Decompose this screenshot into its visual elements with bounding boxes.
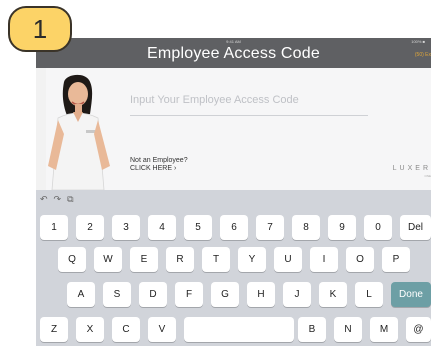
key-2[interactable]: 2 [76, 215, 104, 240]
key-z[interactable]: Z [40, 317, 68, 342]
onscreen-keyboard: ↶ ↷ ⧉ 1 2 3 4 5 6 7 8 9 0 Del Q W E R T … [36, 190, 431, 346]
key-e[interactable]: E [130, 247, 158, 272]
keyboard-toolbar: ↶ ↷ ⧉ [40, 192, 74, 206]
key-8[interactable]: 8 [292, 215, 320, 240]
status-time: 9:41 AM [226, 39, 241, 44]
key-v[interactable]: V [148, 317, 176, 342]
key-m[interactable]: M [370, 317, 398, 342]
key-s[interactable]: S [103, 282, 131, 307]
key-k[interactable]: K [319, 282, 347, 307]
redo-icon[interactable]: ↷ [54, 194, 62, 205]
key-o[interactable]: O [346, 247, 374, 272]
done-key[interactable]: Done [391, 282, 431, 307]
key-n[interactable]: N [334, 317, 362, 342]
app-screen: 9:41 AM 100% ■ Employee Access Code (50)… [0, 0, 431, 346]
key-9[interactable]: 9 [328, 215, 356, 240]
key-j[interactable]: J [283, 282, 311, 307]
key-at[interactable]: @ [406, 317, 431, 342]
access-code-input[interactable]: Input Your Employee Access Code [130, 94, 368, 106]
key-q[interactable]: Q [58, 247, 86, 272]
key-d[interactable]: D [139, 282, 167, 307]
key-1[interactable]: 1 [40, 215, 68, 240]
key-4[interactable]: 4 [148, 215, 176, 240]
key-f[interactable]: F [175, 282, 203, 307]
key-5[interactable]: 5 [184, 215, 212, 240]
employee-photo [48, 74, 110, 190]
delete-key[interactable]: Del [400, 215, 431, 240]
key-u[interactable]: U [274, 247, 302, 272]
paste-icon[interactable]: ⧉ [67, 194, 73, 205]
exit-link[interactable]: (50) Ex [415, 52, 431, 58]
key-c[interactable]: C [112, 317, 140, 342]
key-b[interactable]: B [298, 317, 326, 342]
step-number: 1 [32, 13, 48, 44]
key-7[interactable]: 7 [256, 215, 284, 240]
key-l[interactable]: L [355, 282, 383, 307]
key-0[interactable]: 0 [364, 215, 392, 240]
key-r[interactable]: R [166, 247, 194, 272]
click-here-link[interactable]: CLICK HERE › [130, 165, 176, 173]
key-g[interactable]: G [211, 282, 239, 307]
battery-indicator: 100% ■ [411, 39, 425, 44]
key-t[interactable]: T [202, 247, 230, 272]
key-a[interactable]: A [67, 282, 95, 307]
undo-icon[interactable]: ↶ [40, 194, 48, 205]
key-x[interactable]: X [76, 317, 104, 342]
key-h[interactable]: H [247, 282, 275, 307]
brand-logo-sub: ONE [424, 174, 431, 178]
space-key[interactable] [184, 317, 294, 342]
key-3[interactable]: 3 [112, 215, 140, 240]
input-underline [130, 115, 368, 116]
not-employee-label: Not an Employee? [130, 157, 188, 164]
key-p[interactable]: P [382, 247, 410, 272]
step-number-badge: 1 [8, 6, 72, 52]
key-y[interactable]: Y [238, 247, 266, 272]
key-w[interactable]: W [94, 247, 122, 272]
brand-logo: LUXER [392, 165, 431, 172]
key-i[interactable]: I [310, 247, 338, 272]
key-6[interactable]: 6 [220, 215, 248, 240]
header-bar: 9:41 AM 100% ■ Employee Access Code (50)… [36, 38, 431, 68]
page-title: Employee Access Code [147, 45, 320, 62]
